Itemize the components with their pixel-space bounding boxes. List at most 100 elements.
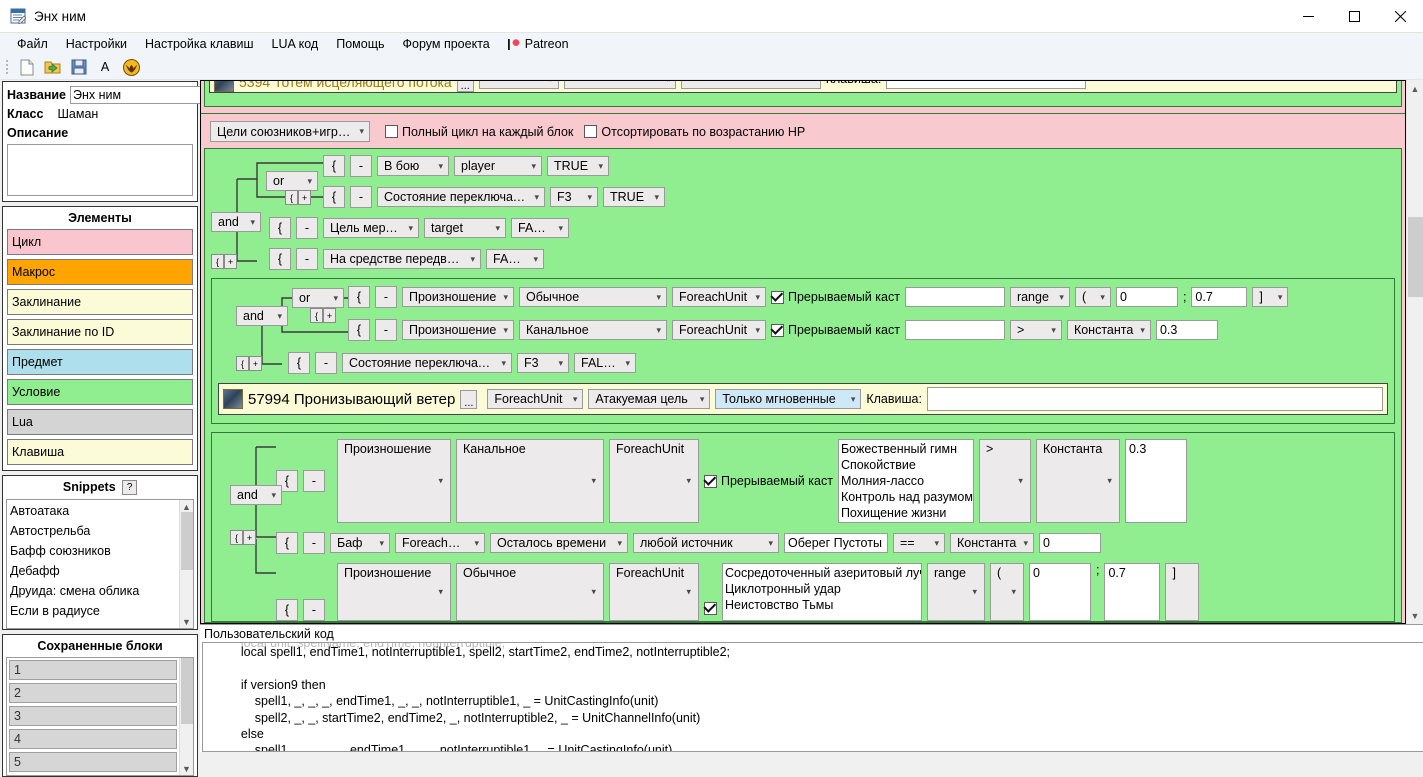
row-condition-combo[interactable]: Произношение▾ (337, 439, 451, 523)
list-item[interactable]: 5 (9, 752, 177, 772)
scrollbar-track[interactable] (1407, 97, 1423, 607)
row-value-combo[interactable]: TRUE▾ (603, 187, 665, 207)
list-item[interactable]: Бафф союзников (10, 541, 179, 561)
condition-block-main[interactable]: and ▾ or ▾ { + (204, 148, 1402, 623)
menu-item-lua-code[interactable]: LUA код (263, 35, 328, 53)
row-condition-combo[interactable]: В бою▾ (377, 156, 449, 176)
checkbox-box[interactable] (704, 475, 717, 488)
spell-target-combo[interactable]: Атакуемая цель▾ (588, 389, 710, 409)
user-code-text[interactable]: local spell1, endTime1, notInterruptible… (203, 644, 1423, 752)
group-brace-button[interactable]: { (211, 254, 224, 269)
scrollbar-thumb[interactable] (1408, 217, 1423, 297)
row-condition-combo[interactable]: Цель мертва▾ (323, 218, 419, 238)
row-range-high-input[interactable]: 0.7 (1104, 563, 1160, 621)
spell-browse-button[interactable]: ... (460, 390, 477, 409)
list-item[interactable]: Контроль над разумом (841, 489, 971, 505)
row-spell-multiselect[interactable]: Сосредоточенный азеритовый луч Циклотрон… (722, 563, 922, 621)
row-value-input[interactable]: 0 (1039, 533, 1101, 553)
canvas-vertical-scrollbar[interactable]: ▲ ▼ (1406, 80, 1423, 624)
row-value-combo[interactable]: FALSE▾ (574, 353, 636, 373)
row-range-high-input[interactable]: 0.7 (1191, 287, 1247, 307)
minimize-button[interactable] (1285, 0, 1331, 32)
row-remove-button[interactable]: - (375, 286, 397, 308)
checkbox-box[interactable] (385, 125, 398, 138)
row-brace-button[interactable]: { (348, 319, 370, 341)
spell-browse-button[interactable]: ... (457, 80, 474, 92)
row-cast-mode-combo[interactable]: Канальное▾ (456, 439, 604, 523)
font-a-icon[interactable]: A (94, 56, 116, 78)
list-item[interactable]: Циклотронный удар (725, 581, 919, 597)
save-floppy-icon[interactable] (68, 56, 90, 78)
row-brace-button[interactable]: { (269, 248, 291, 270)
scrollbar-thumb[interactable] (181, 657, 193, 724)
row-condition-combo[interactable]: На средстве передвижения▾ (323, 249, 481, 269)
group-plus-button[interactable]: + (323, 308, 336, 323)
row-unit-combo[interactable]: ForeachUnit▾ (395, 533, 485, 553)
interruptible-checkbox[interactable]: Прерываемый каст (704, 439, 833, 523)
list-item[interactable]: Если в радиусе (10, 601, 179, 621)
group2-sub-groupctl[interactable]: { + (310, 308, 336, 323)
row-cast-mode-combo[interactable]: Канальное▾ (519, 320, 667, 340)
group1-root-operator-combo[interactable]: and ▾ (211, 212, 261, 232)
row-remove-button[interactable]: - (350, 186, 372, 208)
wow-logo-icon[interactable] (120, 56, 142, 78)
row-brace-button[interactable]: { (276, 532, 298, 554)
group-brace-button[interactable]: { (230, 530, 243, 545)
list-item[interactable]: 4 (9, 729, 177, 749)
row-value-combo[interactable]: TRUE▾ (547, 156, 609, 176)
spell-key-input[interactable] (927, 387, 1383, 411)
list-item[interactable]: Дебафф (10, 561, 179, 581)
group3-root-groupctl[interactable]: { + (230, 530, 256, 545)
row-brace-button[interactable]: { (323, 155, 345, 177)
menu-item-patreon[interactable]: Patreon (499, 35, 578, 53)
row-field-combo[interactable]: Осталось времени▾ (490, 533, 628, 553)
checkbox-box[interactable] (771, 291, 784, 304)
row-remove-button[interactable]: - (296, 248, 318, 270)
interruptible-checkbox[interactable]: Прерываемый каст (771, 323, 900, 337)
element-spell[interactable]: Заклинание (7, 289, 193, 315)
element-condition[interactable]: Условие (7, 379, 193, 405)
row-unit-combo[interactable]: ForeachUnit▾ (672, 287, 766, 307)
spell-cast-type-combo-clipped[interactable] (681, 80, 821, 89)
group2-sub-operator-combo[interactable]: or▾ (292, 288, 344, 308)
open-folder-icon[interactable] (42, 56, 64, 78)
row-comparator-combo[interactable]: >▾ (979, 439, 1031, 523)
spell-unit-combo[interactable]: ForeachUnit▾ (487, 389, 583, 409)
row-remove-button[interactable]: - (350, 155, 372, 177)
checkbox-box[interactable] (771, 324, 784, 337)
row-comparator-combo[interactable]: >▾ (1010, 320, 1062, 340)
row-unit-combo[interactable]: F3▾ (517, 353, 569, 373)
row-aura-input[interactable]: Оберег Пустоты (784, 533, 888, 553)
row-spell-multiselect[interactable]: Божественный гимн Спокойствие Молния-лас… (838, 439, 974, 523)
menu-item-forum[interactable]: Форум проекта (394, 35, 499, 53)
row-range-low-input[interactable]: 0 (1116, 287, 1178, 307)
list-item[interactable]: Автострельба (10, 521, 179, 541)
row-range-low-input[interactable]: 0 (1029, 563, 1091, 621)
row-value-input[interactable]: 0.3 (1156, 320, 1218, 340)
list-item[interactable]: 2 (9, 683, 177, 703)
list-item[interactable]: Божественный гимн (841, 441, 971, 457)
menu-item-keybinds[interactable]: Настройка клавиш (136, 35, 263, 53)
rotation-canvas[interactable]: 5394 Тотем исцеляющего потока ... ▾ ▾ Кл… (200, 80, 1406, 624)
element-key[interactable]: Клавиша (7, 439, 193, 465)
group-plus-button[interactable]: + (243, 530, 256, 545)
scrollbar-thumb[interactable] (181, 512, 193, 570)
spell-cast-type-combo[interactable]: Только мгновенные▾ (715, 389, 861, 409)
checkbox-box[interactable] (704, 602, 717, 615)
list-item[interactable]: Друида: смена облика (10, 581, 179, 601)
scroll-down-icon[interactable]: ▼ (1407, 607, 1423, 624)
row-comparator-combo[interactable]: ==▾ (893, 533, 945, 553)
full-cycle-checkbox[interactable]: Полный цикл на каждый блок (385, 125, 573, 139)
row-source-combo[interactable]: любой источник▾ (633, 533, 779, 553)
list-item[interactable]: Молния-лассо (841, 473, 971, 489)
row-remove-button[interactable]: - (303, 470, 325, 492)
maximize-button[interactable] (1331, 0, 1377, 32)
checkbox-box[interactable] (584, 125, 597, 138)
list-item[interactable]: Спокойствие (841, 457, 971, 473)
row-unit-combo[interactable]: ForeachUnit▾ (672, 320, 766, 340)
list-item[interactable]: Сосредоточенный азеритовый луч (725, 565, 919, 581)
row-condition-combo[interactable]: Баф▾ (330, 533, 390, 553)
spell-row[interactable]: 57994 Пронизывающий ветер ... ForeachUni… (218, 383, 1388, 415)
group-plus-button[interactable]: + (249, 356, 262, 371)
saved-blocks-listbox[interactable]: 1 2 3 4 5 ▲ ▼ (6, 657, 194, 776)
